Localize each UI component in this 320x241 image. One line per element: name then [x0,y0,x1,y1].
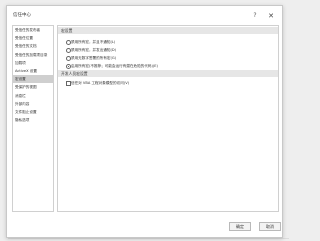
ok-button[interactable]: 确定 [229,222,251,231]
macro-option-enable-all[interactable]: 启用所有宏(不推荐；可能会运行有潜在危险的代码)(E) [58,62,278,70]
sidebar-item-file-block-settings[interactable]: 文件阻止设置 [13,108,53,116]
sidebar-item-macro-settings[interactable]: 宏设置 [13,75,53,84]
radio-selected-icon[interactable] [66,64,71,70]
radio-icon[interactable] [66,56,71,62]
radio-icon[interactable] [66,48,71,54]
macro-settings-header: 宏设置 [58,27,278,34]
settings-panel: 宏设置 禁用所有宏，并且不通知(L) 禁用所有宏，并发出通知(D) 禁用无数字签… [57,25,279,212]
sidebar-item-trusted-documents[interactable]: 受信任的文档 [13,42,53,50]
cancel-button[interactable]: 取消 [259,222,281,231]
option-label: 禁用无数字签署的所有宏(G) [71,56,117,60]
macro-option-disable-notify[interactable]: 禁用所有宏，并发出通知(D) [58,46,278,54]
sidebar-item-message-bar[interactable]: 消息栏 [13,92,53,100]
option-label: 启用所有宏(不推荐；可能会运行有潜在危险的代码)(E) [71,64,158,68]
backdrop-divider [8,238,289,239]
sidebar: 受信任的发布者 受信任位置 受信任的文档 受信任的加载项目录 加载项 Activ… [12,25,54,212]
sidebar-item-activex-settings[interactable]: ActiveX 设置 [13,67,53,75]
sidebar-item-trusted-addin-catalogs[interactable]: 受信任的加载项目录 [13,51,53,59]
radio-icon[interactable] [66,40,71,46]
checkbox-icon[interactable] [66,81,71,87]
close-button[interactable]: ✕ [266,11,276,21]
vba-trust-option[interactable]: 信任对 VBA 工程对象模型的访问(V) [58,79,278,87]
macro-option-disable-unsigned[interactable]: 禁用无数字签署的所有宏(G) [58,54,278,62]
sidebar-item-protected-view[interactable]: 受保护的视图 [13,83,53,91]
macro-options-group: 禁用所有宏，并且不通知(L) 禁用所有宏，并发出通知(D) 禁用无数字签署的所有… [58,34,278,70]
trust-center-dialog: 信任中心 ? ✕ 受信任的发布者 受信任位置 受信任的文档 受信任的加载项目录 … [6,5,283,238]
sidebar-item-addins[interactable]: 加载项 [13,59,53,67]
dialog-title: 信任中心 [13,13,31,18]
option-label: 信任对 VBA 工程对象模型的访问(V) [71,81,130,85]
sidebar-item-privacy-options[interactable]: 隐私选项 [13,116,53,124]
sidebar-item-trusted-locations[interactable]: 受信任位置 [13,34,53,42]
sidebar-item-external-content[interactable]: 外部内容 [13,100,53,108]
option-label: 禁用所有宏，并且不通知(L) [71,40,116,44]
macro-option-disable-no-notify[interactable]: 禁用所有宏，并且不通知(L) [58,38,278,46]
developer-options-group: 信任对 VBA 工程对象模型的访问(V) [58,77,278,87]
developer-settings-header: 开发人员宏设置 [58,70,278,77]
option-label: 禁用所有宏，并发出通知(D) [71,48,117,52]
help-button[interactable]: ? [250,11,260,21]
sidebar-item-trusted-publishers[interactable]: 受信任的发布者 [13,26,53,34]
